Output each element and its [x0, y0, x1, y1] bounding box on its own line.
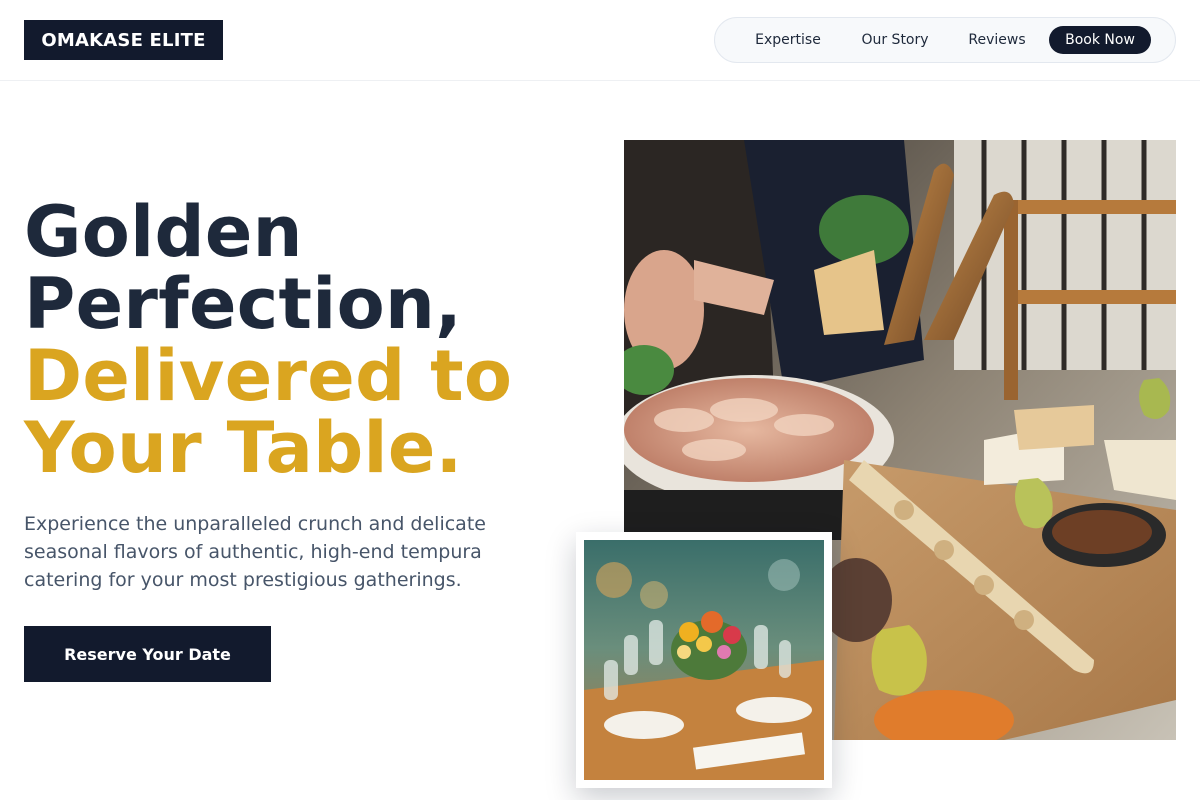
site-header: OMAKASE ELITE Expertise Our Story Review…: [0, 0, 1200, 81]
main-nav: Expertise Our Story Reviews Book Now: [714, 17, 1176, 63]
reserve-date-button[interactable]: Reserve Your Date: [24, 626, 271, 682]
nav-link-our-story[interactable]: Our Story: [855, 26, 935, 54]
hero-title: Golden Perfection, Delivered to Your Tab…: [24, 196, 604, 484]
table-setting-photo: [584, 540, 824, 780]
hero-title-line-2: Perfection,: [24, 263, 462, 345]
hero-description: Experience the unparalleled crunch and d…: [24, 513, 486, 591]
inset-photo-frame: [576, 532, 832, 788]
book-now-button[interactable]: Book Now: [1049, 26, 1151, 54]
hero-title-line-4: Your Table.: [24, 407, 463, 489]
nav-link-reviews[interactable]: Reviews: [959, 26, 1035, 54]
brand-logo[interactable]: OMAKASE ELITE: [24, 20, 223, 60]
hero-title-line-3: Delivered to: [24, 335, 513, 417]
nav-link-expertise[interactable]: Expertise: [743, 26, 833, 54]
hero-title-line-1: Golden: [24, 191, 303, 273]
